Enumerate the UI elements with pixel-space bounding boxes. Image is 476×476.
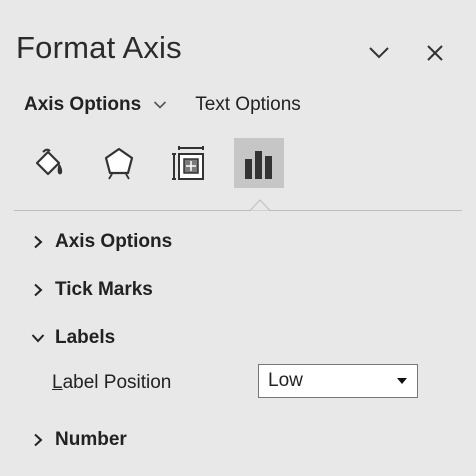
- section-number-label: Number: [55, 429, 127, 450]
- fill-line-icon: [35, 148, 63, 176]
- chevron-right-icon: [30, 234, 46, 250]
- section-axis-options-label: Axis Options: [55, 231, 173, 252]
- fill-line-tab[interactable]: [24, 138, 74, 188]
- label-position-accesskey: L: [52, 372, 63, 393]
- label-position-value: Low: [268, 370, 303, 391]
- format-axis-pane: Format Axis Axis Options Text Options Ax…: [0, 0, 476, 476]
- effects-tab[interactable]: [94, 138, 144, 188]
- collapse-pane-button[interactable]: [364, 38, 394, 68]
- size-properties-tab[interactable]: [164, 138, 214, 188]
- effects-icon: [104, 147, 134, 180]
- tab-axis-options[interactable]: Axis Options: [24, 94, 167, 116]
- section-tick-marks[interactable]: Tick Marks: [30, 279, 153, 301]
- divider-notch: [250, 199, 270, 211]
- chevron-down-icon: [369, 47, 389, 59]
- chevron-down-icon[interactable]: [153, 100, 167, 110]
- chevron-down-icon: [30, 330, 46, 346]
- section-divider: [14, 210, 462, 211]
- axis-options-icon: [245, 151, 272, 179]
- tab-axis-options-label: Axis Options: [24, 94, 142, 115]
- section-labels[interactable]: Labels: [30, 327, 115, 349]
- section-axis-options[interactable]: Axis Options: [30, 231, 172, 253]
- chevron-right-icon: [30, 432, 46, 448]
- icon-tab-row: [24, 138, 324, 188]
- label-position-select[interactable]: Low: [258, 364, 418, 398]
- close-pane-button[interactable]: [420, 38, 450, 68]
- pane-title: Format Axis: [16, 30, 182, 65]
- close-icon: [427, 45, 443, 61]
- axis-options-tab[interactable]: [234, 138, 284, 188]
- tab-text-options[interactable]: Text Options: [195, 94, 301, 116]
- section-labels-label: Labels: [55, 327, 116, 348]
- label-position-text: abel Position: [62, 372, 172, 393]
- section-tick-marks-label: Tick Marks: [55, 279, 153, 300]
- chevron-right-icon: [30, 282, 46, 298]
- options-tab-row: Axis Options Text Options: [24, 92, 301, 118]
- section-number[interactable]: Number: [30, 429, 127, 451]
- label-position-label: Label Position: [52, 372, 171, 394]
- dropdown-arrow-icon: [397, 378, 407, 384]
- size-properties-icon: [172, 146, 204, 180]
